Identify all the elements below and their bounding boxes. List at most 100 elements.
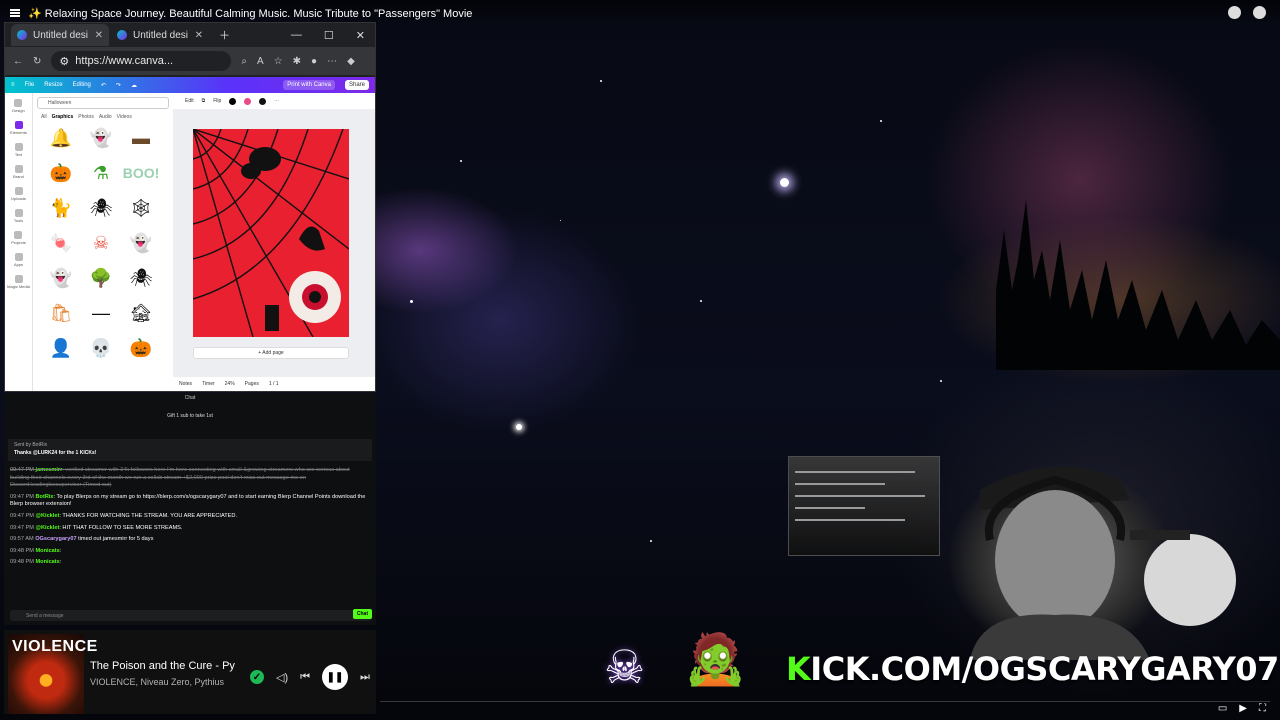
dancing-skeleton-icon: ☠	[604, 641, 646, 693]
pinned-message[interactable]: Sent by BotRix Thanks @LURK24 for the 1 …	[8, 439, 372, 461]
track-title[interactable]: The Poison and the Cure - Pythius	[90, 660, 235, 672]
skeleton-graphic[interactable]: ☠	[83, 228, 119, 258]
pages-button[interactable]: Pages	[245, 381, 259, 387]
tab-all[interactable]: All	[41, 114, 47, 120]
copilot-icon[interactable]: ◆	[347, 56, 355, 67]
file-menu[interactable]: File	[25, 82, 35, 88]
undo-icon[interactable]: ↶	[101, 82, 106, 89]
coffin-graphic[interactable]: ▬	[123, 123, 159, 153]
back-icon[interactable]: ←	[13, 56, 23, 67]
share-icon[interactable]	[1253, 6, 1266, 19]
pause-button[interactable]: ❚❚	[322, 664, 349, 690]
reload-icon[interactable]: ↻	[33, 56, 41, 67]
resize-menu[interactable]: Resize	[44, 82, 62, 88]
color-swatch-dark[interactable]	[259, 97, 267, 105]
rail-projects[interactable]: Projects	[11, 231, 26, 245]
album-art[interactable]: VIOLENCE	[8, 634, 97, 714]
color-swatch-pink[interactable]	[244, 97, 252, 105]
graphics-grid: 🔔 👻 ▬ 🎃 ⚗ BOO! 🐈 🕷 🕸 🍬 ☠ 👻 👻 🌳 🕷 🛍 — 🏚 👤…	[43, 123, 169, 363]
favorite-icon[interactable]: ☆	[274, 56, 283, 67]
menu-icon[interactable]: ≡	[11, 82, 15, 88]
tab-videos[interactable]: Videos	[117, 114, 132, 120]
color-swatch-black[interactable]	[229, 97, 237, 105]
close-tab-icon[interactable]: ✕	[195, 30, 203, 41]
video-title: ✨ Relaxing Space Journey. Beautiful Calm…	[28, 7, 473, 20]
tab-photos[interactable]: Photos	[78, 114, 94, 120]
more-options-icon[interactable]: ⋯	[274, 98, 279, 104]
ghost-graphic[interactable]: 👻	[83, 123, 119, 153]
pumpkin-bag-graphic[interactable]: 🎃	[43, 158, 79, 188]
ghost-cute-graphic[interactable]: 👻	[123, 228, 159, 258]
chat-send-button[interactable]: Chat	[352, 609, 372, 619]
witch-pumpkin-graphic[interactable]: 🎃	[123, 333, 159, 363]
trick-bag-graphic[interactable]: 🛍	[43, 298, 79, 328]
close-tab-icon[interactable]: ✕	[95, 30, 103, 41]
hamburger-menu-icon[interactable]	[10, 9, 20, 17]
tab-graphics[interactable]: Graphics	[52, 114, 74, 120]
cauldron-graphic[interactable]: ⚗	[83, 158, 119, 188]
tab-audio[interactable]: Audio	[99, 114, 112, 120]
read-aloud-icon[interactable]: A	[257, 56, 264, 67]
browser-tab[interactable]: Untitled desi ✕	[111, 24, 209, 46]
divider-graphic[interactable]: —	[83, 298, 119, 328]
browser-tab[interactable]: Untitled desi ✕	[11, 24, 109, 46]
bell-graphic[interactable]: 🔔	[43, 123, 79, 153]
close-window-icon[interactable]: ✕	[356, 29, 365, 42]
more-menu-icon[interactable]: ⋯	[327, 56, 337, 67]
site-info-icon[interactable]: ⚙	[59, 55, 69, 68]
candy-graphic[interactable]: 🍬	[43, 228, 79, 258]
liked-check-icon[interactable]: ✓	[250, 670, 264, 684]
spider-graphic[interactable]: 🕷	[83, 193, 119, 223]
rail-design[interactable]: Design	[12, 99, 25, 113]
print-with-canva-button[interactable]: Print with Canva	[283, 80, 335, 90]
reaper-graphic[interactable]: 👤	[43, 333, 79, 363]
video-progress-bar[interactable]	[380, 701, 1270, 702]
halloween-poster[interactable]	[193, 129, 349, 337]
rail-tools[interactable]: Tools	[14, 209, 23, 223]
rail-uploads[interactable]: Uploads	[11, 187, 26, 201]
youtube-icon[interactable]: ▶	[1239, 703, 1247, 714]
editing-menu[interactable]: Editing	[73, 82, 91, 88]
haunted-house-graphic[interactable]: 🏚	[123, 298, 159, 328]
redo-icon[interactable]: ↷	[116, 82, 121, 89]
skull-graphic[interactable]: 💀	[83, 333, 119, 363]
rail-text[interactable]: Text	[14, 143, 23, 157]
subtitles-icon[interactable]: ▭	[1218, 703, 1227, 714]
edit-button[interactable]: Edit	[185, 98, 194, 104]
spider-2-graphic[interactable]: 🕷	[123, 263, 159, 293]
fullscreen-icon[interactable]: ⛶	[1259, 703, 1266, 714]
rail-elements[interactable]: Elements	[10, 121, 27, 135]
extensions-icon[interactable]: ✱	[293, 56, 301, 67]
add-page-button[interactable]: + Add page	[193, 347, 349, 359]
black-cat-graphic[interactable]: 🐈	[43, 193, 79, 223]
maximize-icon[interactable]: ☐	[324, 29, 334, 42]
rail-brand[interactable]: Brand	[13, 165, 24, 179]
clock-icon[interactable]	[1228, 6, 1241, 19]
previous-icon[interactable]: ⏮	[300, 671, 310, 684]
crop-icon[interactable]: ⧉	[202, 98, 206, 104]
cloud-icon[interactable]: ☁	[131, 82, 137, 89]
volume-icon[interactable]: ◁)	[276, 671, 288, 684]
gift-goal-banner[interactable]: Gift 1 sub to take 1st	[4, 413, 376, 419]
chat-input[interactable]: Send a message	[10, 610, 372, 621]
notes-button[interactable]: Notes	[179, 381, 192, 387]
rail-magic-media[interactable]: Magic Media	[7, 275, 30, 289]
spiderweb-graphic[interactable]: 🕸	[123, 193, 159, 223]
zoom-icon[interactable]: ⌕	[241, 56, 247, 67]
ghost-pumpkin-graphic[interactable]: 👻	[43, 263, 79, 293]
rail-apps[interactable]: Apps	[14, 253, 23, 267]
boo-text-graphic[interactable]: BOO!	[123, 158, 160, 188]
minimize-icon[interactable]: —	[291, 29, 302, 42]
share-button[interactable]: Share	[344, 80, 369, 90]
track-artists[interactable]: VIOLENCE, Niveau Zero, Pythius	[90, 677, 224, 687]
zoom-level[interactable]: 24%	[225, 381, 235, 387]
next-icon[interactable]: ⏭	[360, 671, 370, 684]
new-tab-icon[interactable]: ＋	[219, 27, 230, 43]
timer-button[interactable]: Timer	[202, 381, 215, 387]
url-field[interactable]: ⚙ https://www.canva...	[51, 51, 232, 71]
flip-button[interactable]: Flip	[213, 98, 221, 104]
elements-search-input[interactable]: Halloween	[37, 97, 169, 109]
dead-tree-graphic[interactable]: 🌳	[83, 263, 119, 293]
profile-avatar[interactable]: ●	[311, 56, 317, 67]
bright-star	[780, 178, 789, 187]
